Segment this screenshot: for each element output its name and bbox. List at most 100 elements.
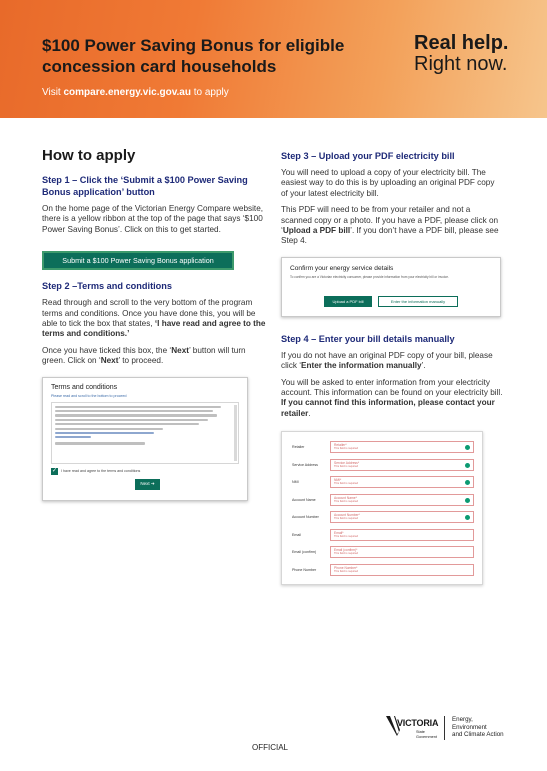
form-field-input[interactable]: Email (confirm)* This field is required [330,546,474,559]
terms-title: Terms and conditions [51,383,118,391]
enter-manually-text: Enter the information manually [301,361,422,371]
submit-application-button[interactable]: Submit a $100 Power Saving Bonus applica… [42,251,234,271]
form-row: Email Email* This field is required [286,526,478,544]
checkbox-checked-icon[interactable]: ✓ [51,467,58,475]
confirm-title: Confirm your energy service details [290,264,394,272]
victoria-wordmark: VICTORIA [397,718,439,728]
form-field-label: Account Name [292,497,316,502]
confirm-subtitle: To confirm you are a Victorian electrici… [290,274,449,279]
agree-label: I have read and agree to the terms and c… [61,469,141,474]
header-banner: $100 Power Saving Bonus for eligible con… [0,0,547,118]
left-column: How to apply Step 1 – Click the ‘Submit … [42,147,270,501]
field-error: This field is required [334,482,359,486]
logo-divider [444,716,445,740]
form-field-label: NMI [292,480,299,485]
form-row: Email (confirm) Email (confirm)* This fiel… [286,543,478,561]
form-field-label: Service Address [292,462,318,467]
step4-body-a: If you do not have an original PDF copy … [281,351,503,372]
agree-row[interactable]: ✓ I have read and agree to the terms and… [51,467,239,475]
link-line [55,431,154,435]
step2-body-b: Once you have ticked this box, the ‘Next… [42,346,270,367]
step2-text: ’ to proceed. [118,356,164,366]
form-field-input[interactable]: Account Number* This field is required [330,511,474,524]
dept-line-2: Environment [452,723,487,731]
upload-pdf-button[interactable]: Upload a PDF bill [324,295,372,307]
field-error: This field is required [334,569,359,573]
valid-check-icon [465,497,470,503]
enter-manually-button[interactable]: Enter the information manually [378,295,458,307]
contact-retailer-text: If you cannot find this information, ple… [281,398,495,418]
step3-body-a: You will need to upload a copy of your e… [281,168,495,198]
victoria-state-logo [386,716,400,736]
field-error: This field is required [334,517,359,521]
text-line [55,442,145,445]
next-button[interactable]: Next ➔ [135,478,160,490]
form-row: Retailer Retailer* This field is required [286,438,478,456]
field-error: This field is required [334,499,359,503]
form-row: Account Number Account Number* This field … [286,508,478,526]
step2-title: Step 2 –Terms and conditions [42,281,173,292]
form-field-label: Email [292,532,301,537]
field-error: This field is required [334,552,359,556]
text-line [55,427,163,430]
field-error: This field is required [334,534,359,538]
field-error: This field is required [334,447,359,451]
step1-title: Step 1 – Click the ‘Submit a $100 Power … [42,175,248,197]
step4-text: ’. [421,361,426,371]
form-field-label: Retailer [292,445,305,450]
state-government-label: State Government [416,730,437,739]
text-line [55,423,199,426]
form-field-label: Phone Number [292,567,317,572]
scrollbar[interactable] [234,404,237,461]
form-field-label: Email (confirm) [292,550,317,555]
tagline-1: Real help. [414,32,509,54]
step1-body: On the home page of the Victorian Energy… [42,204,264,234]
valid-check-icon [465,515,470,521]
step2-text: Once you have ticked this box, the ‘ [42,345,172,355]
form-field-label: Account Number [292,515,319,520]
form-field-input[interactable]: Phone Number* This field is required [330,563,474,576]
upload-pdf-text: Upload a PDF bill [282,226,351,236]
terms-scroll-area[interactable] [51,401,239,464]
form-field-input[interactable]: Account Name* This field is required [330,493,474,506]
confirm-details-screenshot: Confirm your energy service details To c… [281,256,501,317]
form-field-input[interactable]: Service Address* This field is required [330,458,474,471]
visit-suffix: to apply [190,87,229,98]
step4-text: . [308,408,311,418]
form-row: Service Address Service Address* This fiel… [286,456,478,474]
valid-check-icon [465,462,470,468]
visit-prefix: Visit [42,87,64,98]
visit-line: Visit compare.energy.vic.gov.au to apply [42,87,229,98]
next-word: Next [100,356,119,366]
official-marking: OFFICIAL [252,743,289,752]
form-row: NMI NMI* This field is required [286,473,478,491]
form-row: Phone Number Phone Number* This field is r… [286,561,478,579]
right-column: Step 3 – Upload your PDF electricity bil… [281,150,503,586]
visit-url[interactable]: compare.energy.vic.gov.au [64,87,191,98]
text-line [55,418,208,421]
tagline-2: Right now. [414,53,508,75]
dept-line-1: Energy, [452,716,473,723]
next-word: Next [171,345,190,355]
form-field-input[interactable]: Email* This field is required [330,528,474,541]
form-field-input[interactable]: Retailer* This field is required [330,441,474,454]
government-label: Government [416,734,437,739]
form-row: Account Name Account Name* This field is r… [286,491,478,509]
field-error: This field is required [334,464,359,468]
manual-entry-form-screenshot: Retailer Retailer* This field is required S… [281,431,483,586]
text-line [55,414,217,417]
page-title: $100 Power Saving Bonus for eligible con… [42,36,345,76]
department-name: Energy, Environment and Climate Action [452,716,504,739]
step3-title: Step 3 – Upload your PDF electricity bil… [281,151,455,161]
step4-body-b: You will be asked to enter information f… [281,378,503,420]
form-field-input[interactable]: NMI* This field is required [330,476,474,489]
step3-body-b: This PDF will need to be from your retai… [281,205,503,247]
text-line [55,405,221,408]
how-to-apply-heading: How to apply [42,147,136,164]
step4-text: You will be asked to enter information f… [281,377,503,398]
link-line [55,436,91,439]
step2-body-a: Read through and scroll to the very bott… [42,298,270,340]
valid-check-icon [465,445,470,451]
terms-screenshot: Terms and conditions Please read and scr… [42,376,248,501]
text-line [55,410,214,413]
